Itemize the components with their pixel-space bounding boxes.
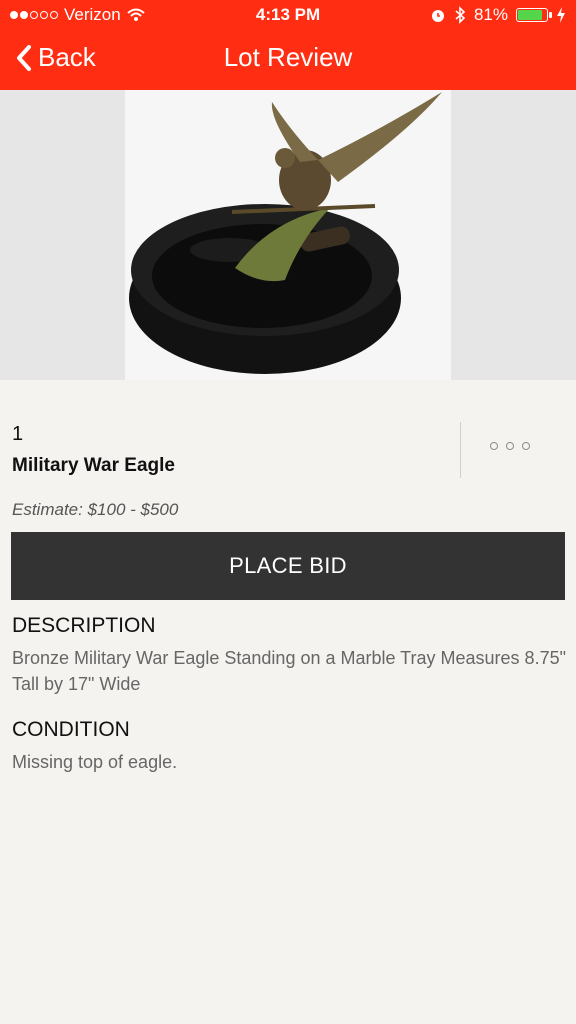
charging-icon [557, 7, 565, 23]
more-dot-icon [522, 442, 530, 450]
status-right: 81% [430, 0, 566, 30]
place-bid-button[interactable]: PLACE BID [11, 532, 565, 600]
top-bar: Verizon 4:13 PM 81% Back Lot Review [0, 0, 576, 90]
alarm-icon [431, 10, 444, 22]
lot-title: Military War Eagle [12, 455, 175, 476]
estimate-text: Estimate: $100 - $500 [12, 500, 179, 519]
condition-text: Missing top of eagle. [12, 752, 178, 772]
battery-icon [516, 8, 552, 22]
lot-number: 1 [12, 423, 24, 445]
condition-heading: CONDITION [12, 718, 130, 741]
bluetooth-icon [455, 6, 466, 24]
more-dot-icon [490, 442, 498, 450]
navigation-bar: Back Lot Review [0, 30, 576, 90]
eagle-tray-illustration [129, 92, 442, 374]
description-heading: DESCRIPTION [12, 614, 156, 637]
more-options-button[interactable] [490, 442, 530, 450]
more-dot-icon [506, 442, 514, 450]
status-bar: Verizon 4:13 PM 81% [0, 0, 576, 30]
page-title: Lot Review [223, 42, 353, 72]
battery-fill [518, 10, 543, 20]
battery-percent: 81% [473, 5, 508, 24]
lot-image[interactable] [0, 90, 576, 380]
description-text: Bronze Military War Eagle Standing on a … [12, 648, 566, 694]
vertical-divider [460, 422, 461, 478]
